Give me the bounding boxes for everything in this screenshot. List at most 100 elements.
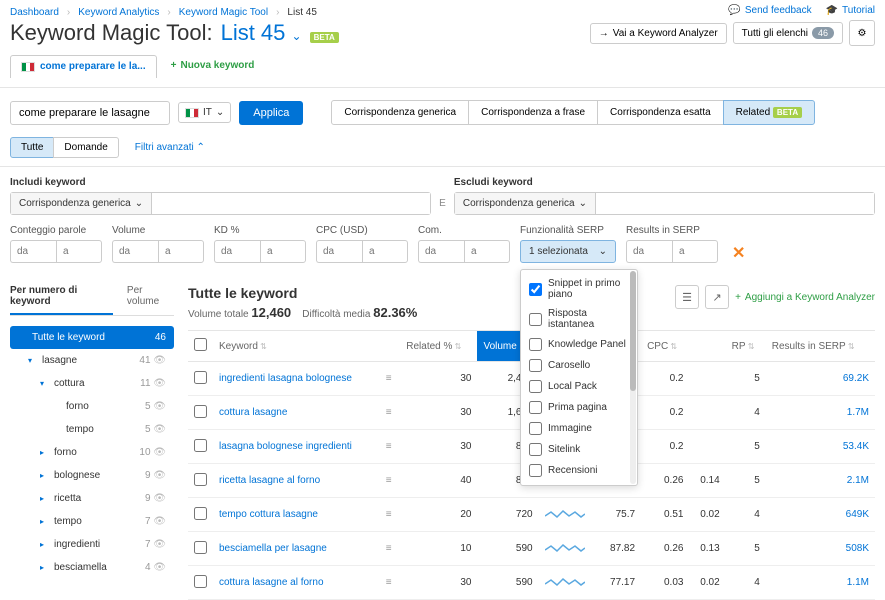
group-all-keywords[interactable]: Tutte le keyword46 (10, 326, 174, 349)
match-related-button[interactable]: Related BETA (723, 100, 815, 125)
com-from[interactable] (418, 240, 464, 263)
cpc-to[interactable] (362, 240, 408, 263)
eye-icon[interactable]: 👁 (153, 424, 166, 435)
group-item[interactable]: ▸bolognese9 👁 (10, 464, 174, 487)
results-link[interactable]: 53.4K (843, 441, 869, 452)
results-from[interactable] (626, 240, 672, 263)
keyword-link[interactable]: cottura lasagne al forno (219, 577, 324, 588)
eye-icon[interactable]: 👁 (153, 378, 166, 389)
tab-all[interactable]: Tutte (10, 137, 54, 158)
kd-to[interactable] (260, 240, 306, 263)
clear-filters-button[interactable]: ✕ (728, 243, 749, 263)
option-checkbox[interactable] (529, 380, 542, 393)
group-item[interactable]: ▸forno10 👁 (10, 441, 174, 464)
row-menu-icon[interactable]: ≡ (386, 543, 392, 554)
col-related[interactable]: Related % (400, 331, 477, 362)
serp-features-select[interactable]: 1 selezionata⌄ (520, 240, 616, 263)
all-lists-button[interactable]: Tutti gli elenchi 46 (733, 22, 843, 44)
results-to[interactable] (672, 240, 718, 263)
results-link[interactable]: 1.1M (847, 577, 869, 588)
volume-from[interactable] (112, 240, 158, 263)
crumb-analytics[interactable]: Keyword Analytics (78, 7, 159, 18)
database-select[interactable]: IT⌄ (178, 102, 231, 123)
row-menu-icon[interactable]: ≡ (386, 577, 392, 588)
crumb-tool[interactable]: Keyword Magic Tool (179, 7, 268, 18)
serp-feature-option[interactable]: Local Pack (521, 376, 637, 397)
serp-feature-option[interactable]: Immagine (521, 418, 637, 439)
serp-feature-option[interactable]: Sitelink (521, 439, 637, 460)
advanced-filters-toggle[interactable]: Filtri avanzati ⌃ (135, 142, 205, 153)
crumb-dashboard[interactable]: Dashboard (10, 7, 59, 18)
cpc-from[interactable] (316, 240, 362, 263)
keyword-link[interactable]: lasagna bolognese ingredienti (219, 441, 352, 452)
serp-feature-option[interactable]: Risposta istantanea (521, 304, 637, 334)
com-to[interactable] (464, 240, 510, 263)
exclude-input[interactable] (596, 193, 874, 214)
group-item[interactable]: ▸besciamella4 👁 (10, 556, 174, 579)
serp-feature-option[interactable]: Knowledge Panel (521, 334, 637, 355)
option-checkbox[interactable] (529, 313, 542, 326)
row-checkbox[interactable] (194, 575, 207, 588)
tab-questions[interactable]: Domande (53, 137, 118, 158)
eye-icon[interactable]: 👁 (153, 447, 166, 458)
words-from[interactable] (10, 240, 56, 263)
serp-feature-option[interactable]: Prima pagina (521, 397, 637, 418)
eye-icon[interactable]: 👁 (153, 355, 166, 366)
add-to-analyzer-button[interactable]: Aggiungi a Keyword Analyzer (735, 285, 875, 309)
match-broad-button[interactable]: Corrispondenza generica (331, 100, 469, 125)
row-menu-icon[interactable]: ≡ (386, 475, 392, 486)
row-menu-icon[interactable]: ≡ (386, 509, 392, 520)
option-checkbox[interactable] (529, 443, 542, 456)
row-menu-icon[interactable]: ≡ (386, 441, 392, 452)
option-checkbox[interactable] (529, 401, 542, 414)
eye-icon[interactable]: 👁 (153, 516, 166, 527)
group-item[interactable]: ▾lasagne41 👁 (10, 349, 174, 372)
row-checkbox[interactable] (194, 507, 207, 520)
col-keyword[interactable]: Keyword (213, 331, 380, 362)
col-serp[interactable]: RP (726, 331, 766, 362)
select-all-checkbox[interactable] (194, 338, 207, 351)
kd-from[interactable] (214, 240, 260, 263)
keyword-input[interactable] (10, 101, 170, 125)
include-match-select[interactable]: Corrispondenza generica ⌄ (11, 193, 152, 214)
row-menu-icon[interactable]: ≡ (386, 407, 392, 418)
serp-feature-option[interactable]: Recensioni (521, 460, 637, 481)
keyword-link[interactable]: ricetta lasagne al forno (219, 475, 320, 486)
exclude-match-select[interactable]: Corrispondenza generica ⌄ (455, 193, 596, 214)
results-link[interactable]: 649K (846, 509, 869, 520)
keyword-link[interactable]: ingredienti lasagna bolognese (219, 373, 352, 384)
left-tab-by-volume[interactable]: Per volume (127, 285, 174, 315)
keyword-tab[interactable]: come preparare le la... (10, 55, 157, 78)
row-checkbox[interactable] (194, 439, 207, 452)
group-item[interactable]: ▾cottura11 👁 (10, 372, 174, 395)
volume-to[interactable] (158, 240, 204, 263)
col-cpc[interactable]: CPC (641, 331, 689, 362)
settings-button[interactable]: ⚙ (849, 20, 875, 46)
group-item[interactable]: forno5 👁 (10, 395, 174, 418)
group-item[interactable]: ▸ricetta9 👁 (10, 487, 174, 510)
left-tab-by-number[interactable]: Per numero di keyword (10, 285, 113, 315)
keyword-link[interactable]: tempo cottura lasagne (219, 509, 318, 520)
keyword-link[interactable]: besciamella per lasagne (219, 543, 327, 554)
option-checkbox[interactable] (529, 464, 542, 477)
row-checkbox[interactable] (194, 405, 207, 418)
words-to[interactable] (56, 240, 102, 263)
tutorial-link[interactable]: 🎓Tutorial (826, 5, 875, 16)
eye-icon[interactable]: 👁 (153, 401, 166, 412)
columns-button[interactable]: ☰ (675, 285, 699, 309)
group-item[interactable]: ▸tempo7 👁 (10, 510, 174, 533)
option-checkbox[interactable] (529, 338, 542, 351)
new-keyword-button[interactable]: Nuova keyword (171, 60, 255, 71)
results-link[interactable]: 2.1M (847, 475, 869, 486)
eye-icon[interactable]: 👁 (153, 562, 166, 573)
results-link[interactable]: 508K (846, 543, 869, 554)
list-name-dropdown[interactable]: List 45 ⌄ (221, 20, 302, 46)
row-checkbox[interactable] (194, 541, 207, 554)
eye-icon[interactable]: 👁 (153, 539, 166, 550)
apply-button[interactable]: Applica (239, 101, 303, 125)
option-checkbox[interactable] (529, 283, 542, 296)
row-checkbox[interactable] (194, 371, 207, 384)
eye-icon[interactable]: 👁 (153, 470, 166, 481)
group-item[interactable]: tempo5 👁 (10, 418, 174, 441)
match-phrase-button[interactable]: Corrispondenza a frase (468, 100, 598, 125)
